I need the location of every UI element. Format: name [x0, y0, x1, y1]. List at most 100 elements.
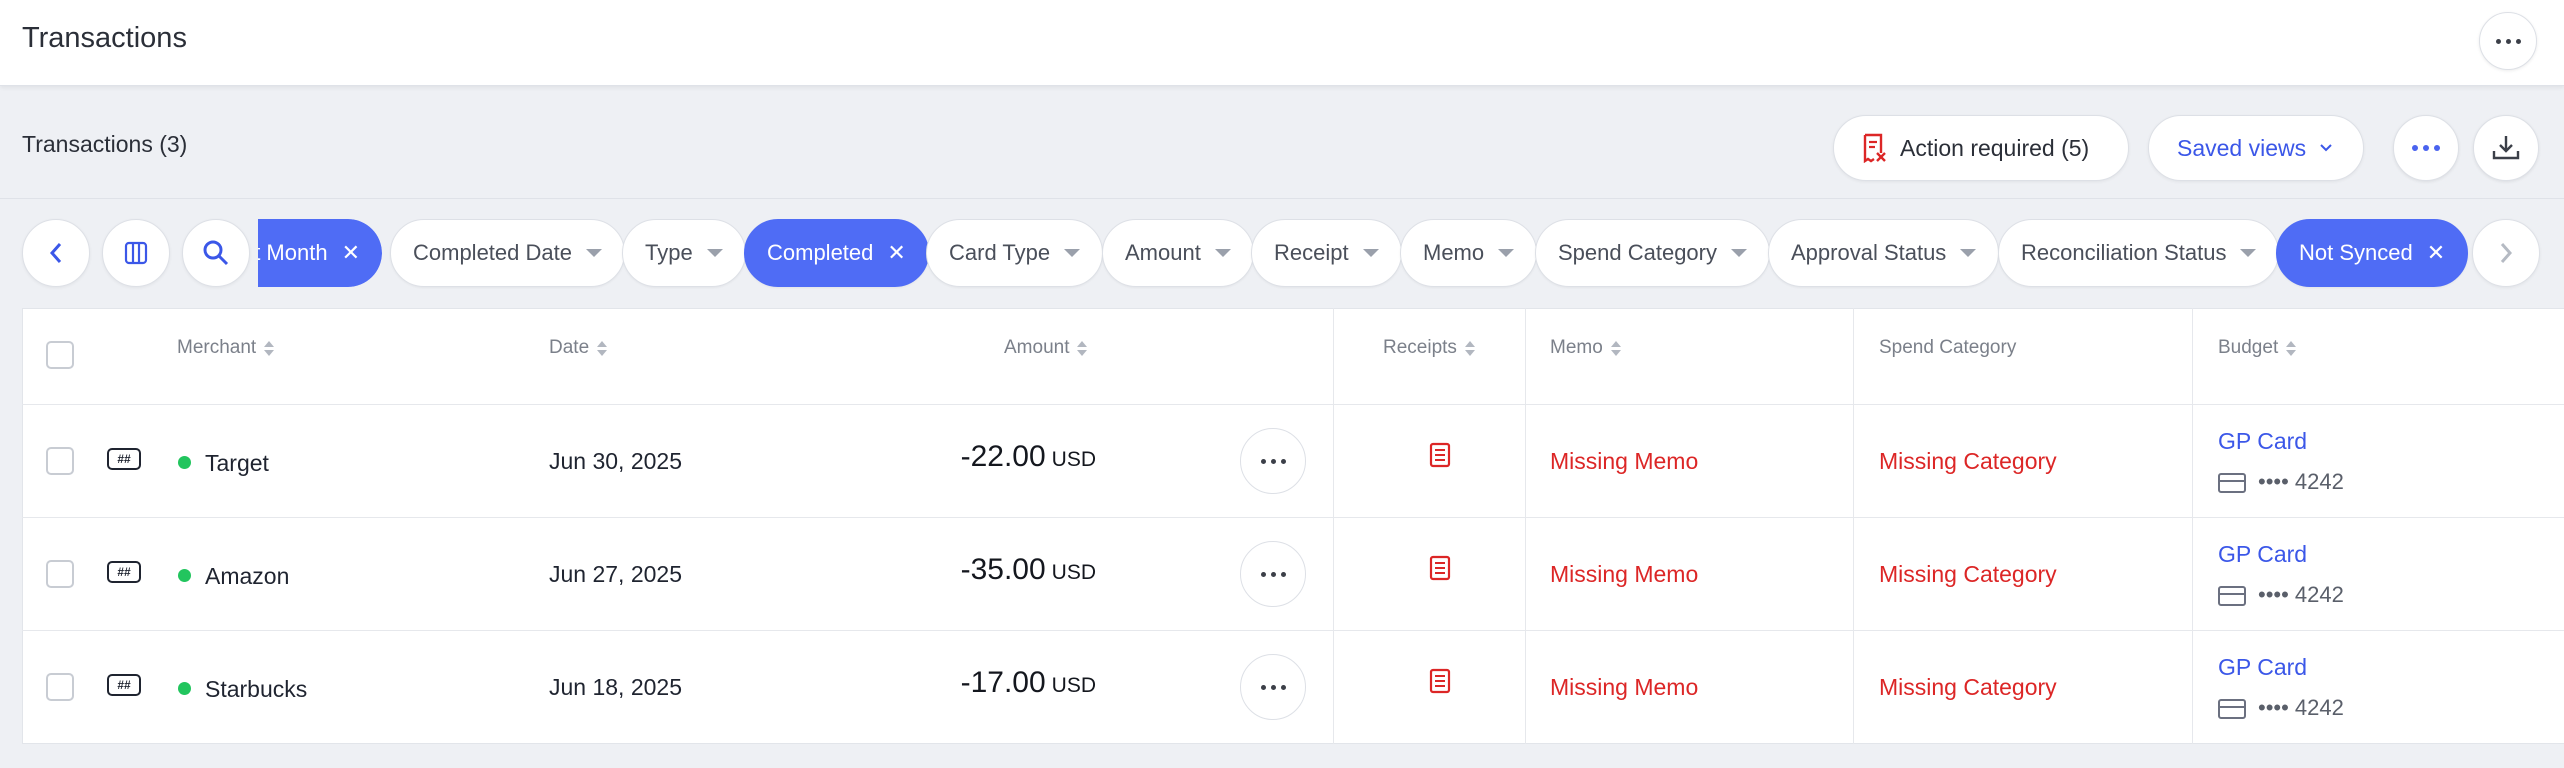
row-checkbox[interactable] [46, 447, 74, 475]
view-options-button[interactable] [2393, 115, 2459, 181]
budget-link[interactable]: GP Card [2218, 541, 2307, 568]
currency-code: USD [1051, 448, 1096, 471]
transaction-amount: -22.00 USD [961, 440, 1096, 474]
row-actions-button[interactable] [1240, 541, 1306, 607]
filter-chip-label: Amount [1125, 240, 1201, 265]
sort-icon [1077, 340, 1088, 356]
chevron-right-icon [2500, 243, 2513, 263]
credit-card-outline-icon [2218, 698, 2246, 719]
columns-icon [124, 241, 148, 265]
receipt-icon[interactable] [1429, 442, 1451, 468]
row-actions-button[interactable] [1240, 654, 1306, 720]
credit-card-icon: ## [107, 674, 141, 696]
row-actions-button[interactable] [1240, 428, 1306, 494]
top-header: Transactions [0, 0, 2564, 86]
missing-category-link[interactable]: Missing Category [1879, 448, 2057, 475]
column-header-spend-category: Spend Category [1879, 337, 2016, 359]
missing-memo-link[interactable]: Missing Memo [1550, 448, 1698, 475]
credit-card-icon: ## [107, 561, 141, 583]
transaction-date: Jun 30, 2025 [549, 448, 683, 474]
close-icon[interactable]: ✕ [887, 240, 905, 266]
filter-chip-completed[interactable]: Completed ✕ [744, 219, 929, 287]
sort-icon [264, 340, 275, 356]
amount-value: -22.00 [960, 440, 1046, 473]
merchant-name: Starbucks [205, 676, 308, 702]
row-divider [22, 404, 2564, 405]
receipt-alert-icon [1863, 133, 1886, 163]
budget-link[interactable]: GP Card [2218, 654, 2307, 681]
column-divider [1853, 308, 1854, 744]
credit-card-icon: ## [107, 448, 141, 470]
filter-chip-month[interactable]: t Month ✕ [258, 219, 382, 287]
filter-chip-label: Not Synced [2299, 240, 2413, 265]
filter-chip-receipt[interactable]: Receipt [1251, 219, 1402, 287]
saved-views-dropdown[interactable]: Saved views [2148, 115, 2364, 181]
missing-memo-link[interactable]: Missing Memo [1550, 561, 1698, 588]
sort-icon [1464, 340, 1475, 356]
column-header-date[interactable]: Date [549, 337, 608, 359]
caret-down-icon [1731, 249, 1747, 257]
filter-chip-card-type[interactable]: Card Type [926, 219, 1104, 287]
select-all-checkbox[interactable] [46, 341, 74, 369]
row-checkbox[interactable] [46, 673, 74, 701]
missing-category-link[interactable]: Missing Category [1879, 561, 2057, 588]
filter-chip-label: Reconciliation Status [2021, 240, 2227, 265]
status-dot [178, 456, 191, 469]
filter-chip-memo[interactable]: Memo [1400, 219, 1538, 287]
row-checkbox[interactable] [46, 560, 74, 588]
transaction-amount: -17.00 USD [961, 666, 1096, 700]
chevron-left-icon [49, 243, 62, 263]
filter-chip-label: Completed Date [413, 240, 572, 265]
caret-down-icon [1960, 249, 1977, 257]
filter-chip-amount[interactable]: Amount [1102, 219, 1254, 287]
card-info: •••• 4242 [2218, 468, 2344, 495]
card-info: •••• 4242 [2218, 581, 2344, 608]
credit-card-outline-icon [2218, 472, 2246, 493]
card-mask: •••• 4242 [2258, 695, 2344, 720]
search-button[interactable] [182, 219, 250, 287]
filter-chip-label: Memo [1423, 240, 1485, 265]
filter-chip-reconciliation-status[interactable]: Reconciliation Status [1998, 219, 2280, 287]
column-header-memo[interactable]: Memo [1550, 337, 1621, 359]
transaction-amount: -35.00 USD [961, 553, 1096, 587]
download-button[interactable] [2473, 115, 2539, 181]
download-icon [2492, 136, 2520, 160]
more-horizontal-icon [1260, 571, 1286, 577]
header-more-button[interactable] [2479, 12, 2537, 70]
filter-chip-label: Spend Category [1558, 240, 1717, 265]
column-header-receipts[interactable]: Receipts [1383, 337, 1475, 359]
caret-down-icon [2240, 249, 2257, 257]
missing-category-link[interactable]: Missing Category [1879, 674, 2057, 701]
currency-code: USD [1051, 561, 1096, 584]
column-header-label: Spend Category [1879, 337, 2017, 358]
column-header-amount[interactable]: Amount [1004, 337, 1088, 359]
column-header-label: Receipts [1383, 337, 1457, 358]
filter-chip-not-synced[interactable]: Not Synced ✕ [2276, 219, 2469, 287]
filter-chip-approval-status[interactable]: Approval Status [1768, 219, 2000, 287]
card-info: •••• 4242 [2218, 694, 2344, 721]
filter-chip-completed-date[interactable]: Completed Date [390, 219, 625, 287]
budget-link[interactable]: GP Card [2218, 428, 2307, 455]
filter-chip-label: Type [645, 240, 693, 265]
close-icon[interactable]: ✕ [2427, 240, 2445, 266]
transaction-date: Jun 27, 2025 [549, 561, 683, 587]
close-icon[interactable]: ✕ [342, 240, 360, 266]
filters-scroll-right-button[interactable] [2472, 219, 2540, 287]
action-required-label: Action required (5) [1900, 134, 2090, 161]
chevron-down-icon [2320, 144, 2332, 152]
column-header-merchant[interactable]: Merchant [177, 337, 275, 359]
missing-memo-link[interactable]: Missing Memo [1550, 674, 1698, 701]
filter-chip-type[interactable]: Type [622, 219, 746, 287]
caret-down-icon [1064, 249, 1081, 257]
receipt-icon[interactable] [1429, 555, 1451, 581]
credit-card-outline-icon [2218, 585, 2246, 606]
filter-chip-label: Card Type [949, 240, 1051, 265]
filters-scroll-left-button[interactable] [22, 219, 90, 287]
merchant-name: Target [205, 450, 269, 476]
receipt-icon[interactable] [1429, 668, 1451, 694]
action-required-button[interactable]: Action required (5) [1833, 115, 2129, 181]
search-icon [203, 240, 229, 266]
columns-button[interactable] [102, 219, 170, 287]
column-header-budget[interactable]: Budget [2218, 337, 2297, 359]
filter-chip-spend-category[interactable]: Spend Category [1535, 219, 1770, 287]
